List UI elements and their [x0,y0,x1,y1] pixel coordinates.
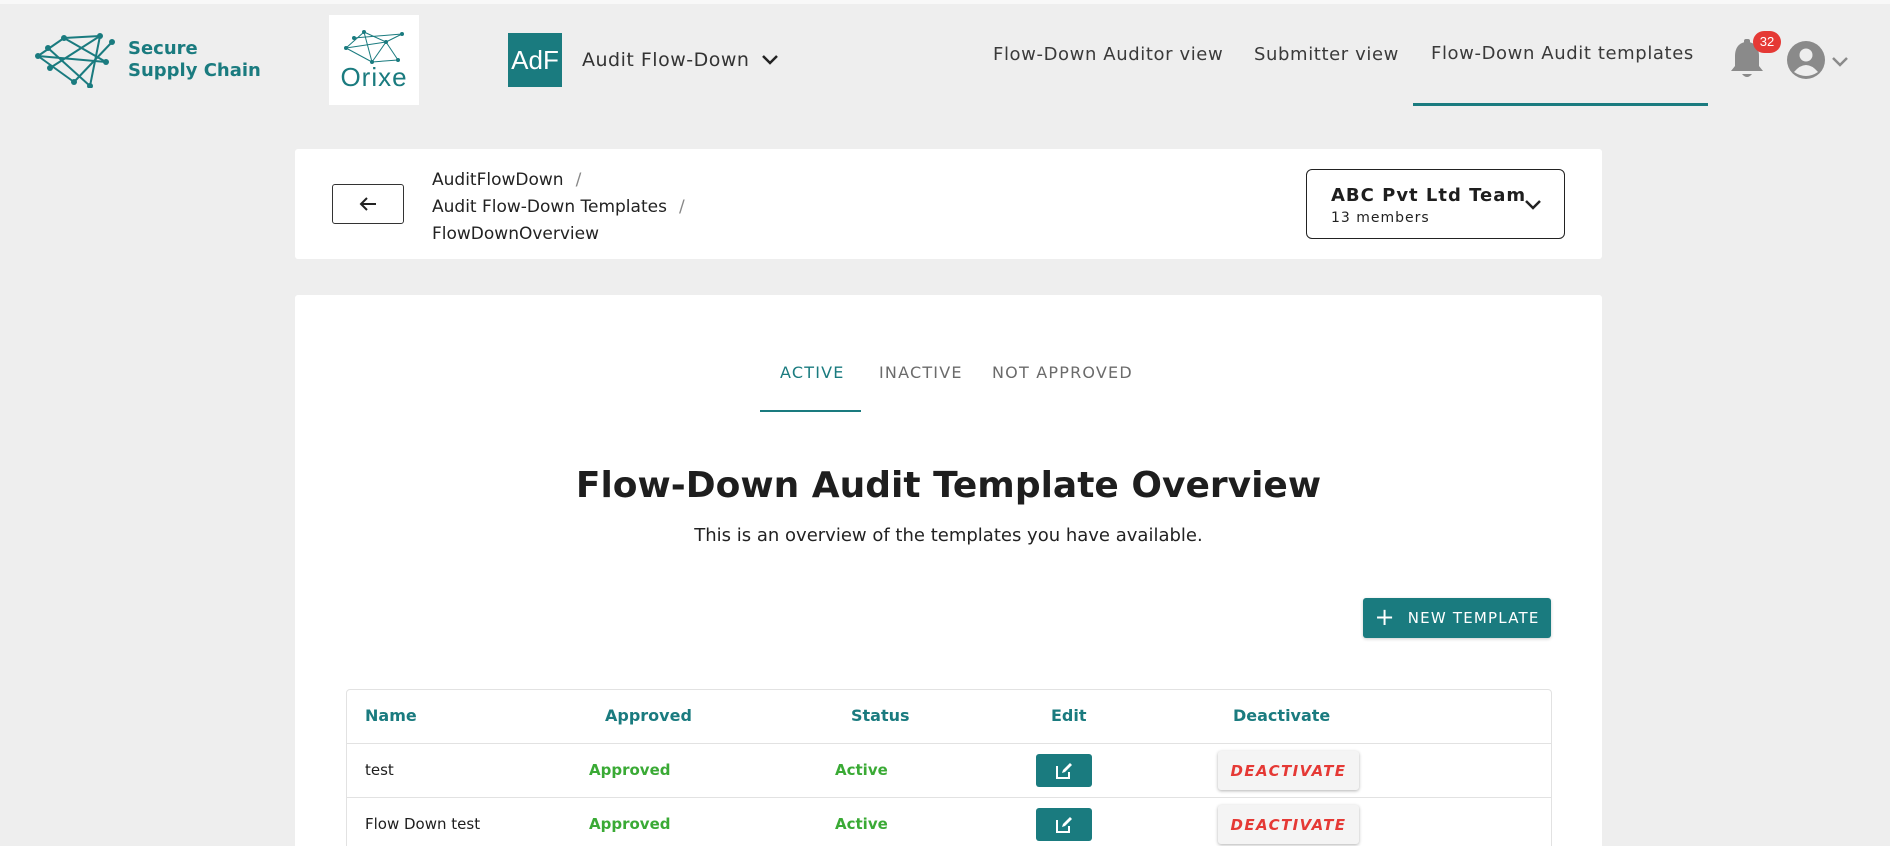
edit-icon [1056,816,1072,833]
page-title: Flow-Down Audit Template Overview [575,465,1322,506]
team-members-count: 13 members [1331,210,1430,226]
team-selector[interactable]: ABC Pvt Ltd Team 13 members [1306,169,1565,239]
new-template-label: NEW TEMPLATE [1407,609,1540,627]
column-header-edit: Edit [1051,706,1087,725]
breadcrumb-separator: / [575,170,582,190]
brand-line-2: Supply Chain [128,60,261,81]
team-name: ABC Pvt Ltd Team [1331,185,1527,206]
row-approved: Approved [589,761,671,779]
breadcrumb-item-auditflowdown[interactable]: AuditFlowDown [432,170,564,190]
chevron-down-icon [762,55,779,65]
plus-icon: + [1374,603,1396,631]
organization-logo: Orixe [329,15,419,105]
status-tabs: ACTIVE INACTIVE NOT APPROVED [295,295,1602,415]
deactivate-button[interactable]: DEACTIVATE [1218,751,1359,790]
row-name: test [365,761,394,779]
edit-button[interactable] [1036,754,1092,787]
tab-inactive[interactable]: INACTIVE [879,363,963,382]
row-approved: Approved [589,815,671,833]
brand-name: Secure Supply Chain [128,38,261,82]
templates-card: ACTIVE INACTIVE NOT APPROVED Flow-Down A… [295,295,1602,846]
column-header-approved[interactable]: Approved [605,706,692,725]
breadcrumb-separator: / [678,197,685,217]
edit-button[interactable] [1036,808,1092,841]
nav-auditor-view[interactable]: Flow-Down Auditor view [993,44,1223,65]
user-menu-chevron-icon[interactable] [1831,56,1849,68]
page-subtitle: This is an overview of the templates you… [694,525,1203,546]
row-status: Active [835,815,888,833]
user-avatar-icon[interactable] [1786,40,1826,80]
breadcrumb-item-templates[interactable]: Audit Flow-Down Templates [432,197,667,217]
row-status: Active [835,761,888,779]
new-template-button[interactable]: + NEW TEMPLATE [1363,598,1551,638]
brand-logo[interactable]: Secure Supply Chain [34,32,261,88]
nav-active-indicator [1413,103,1708,106]
edit-icon [1056,762,1072,779]
notification-count-badge: 32 [1753,31,1781,53]
breadcrumb-card: AuditFlowDown / Audit Flow-Down Templates… [295,149,1602,259]
column-header-name[interactable]: Name [365,706,417,725]
brand-line-1: Secure [128,38,198,59]
nav-submitter-view[interactable]: Submitter view [1254,44,1399,65]
table-row: test Approved Active DEACTIVATE [347,744,1551,798]
breadcrumb-item-current: FlowDownOverview [432,224,600,244]
tab-active[interactable]: ACTIVE [780,363,845,382]
breadcrumb: AuditFlowDown / Audit Flow-Down Templates… [432,167,685,248]
active-tab-indicator [760,410,861,412]
back-button[interactable] [332,184,404,224]
nav-audit-templates[interactable]: Flow-Down Audit templates [1431,43,1694,64]
arrow-left-icon [359,197,376,211]
deactivate-button[interactable]: DEACTIVATE [1218,805,1359,844]
app-header: Secure Supply Chain Orixe AdF Audit Flow… [0,4,1890,106]
table-row: Flow Down test Approved Active DEACTIVAT… [347,798,1551,846]
row-name: Flow Down test [365,815,481,833]
column-header-deactivate: Deactivate [1233,706,1331,725]
templates-table: Name Approved Status Edit Deactivate tes… [346,689,1552,846]
chevron-down-icon [1525,200,1541,210]
column-header-status[interactable]: Status [851,706,910,725]
table-header: Name Approved Status Edit Deactivate [347,690,1551,744]
network-logo-icon [35,33,115,88]
app-switcher[interactable]: AdF Audit Flow-Down [508,33,779,87]
org-logo-wordmark: Orixe [340,61,408,92]
app-name: Audit Flow-Down [582,49,750,71]
org-network-icon [344,29,404,64]
tab-not-approved[interactable]: NOT APPROVED [992,363,1133,382]
app-badge: AdF [508,33,562,87]
